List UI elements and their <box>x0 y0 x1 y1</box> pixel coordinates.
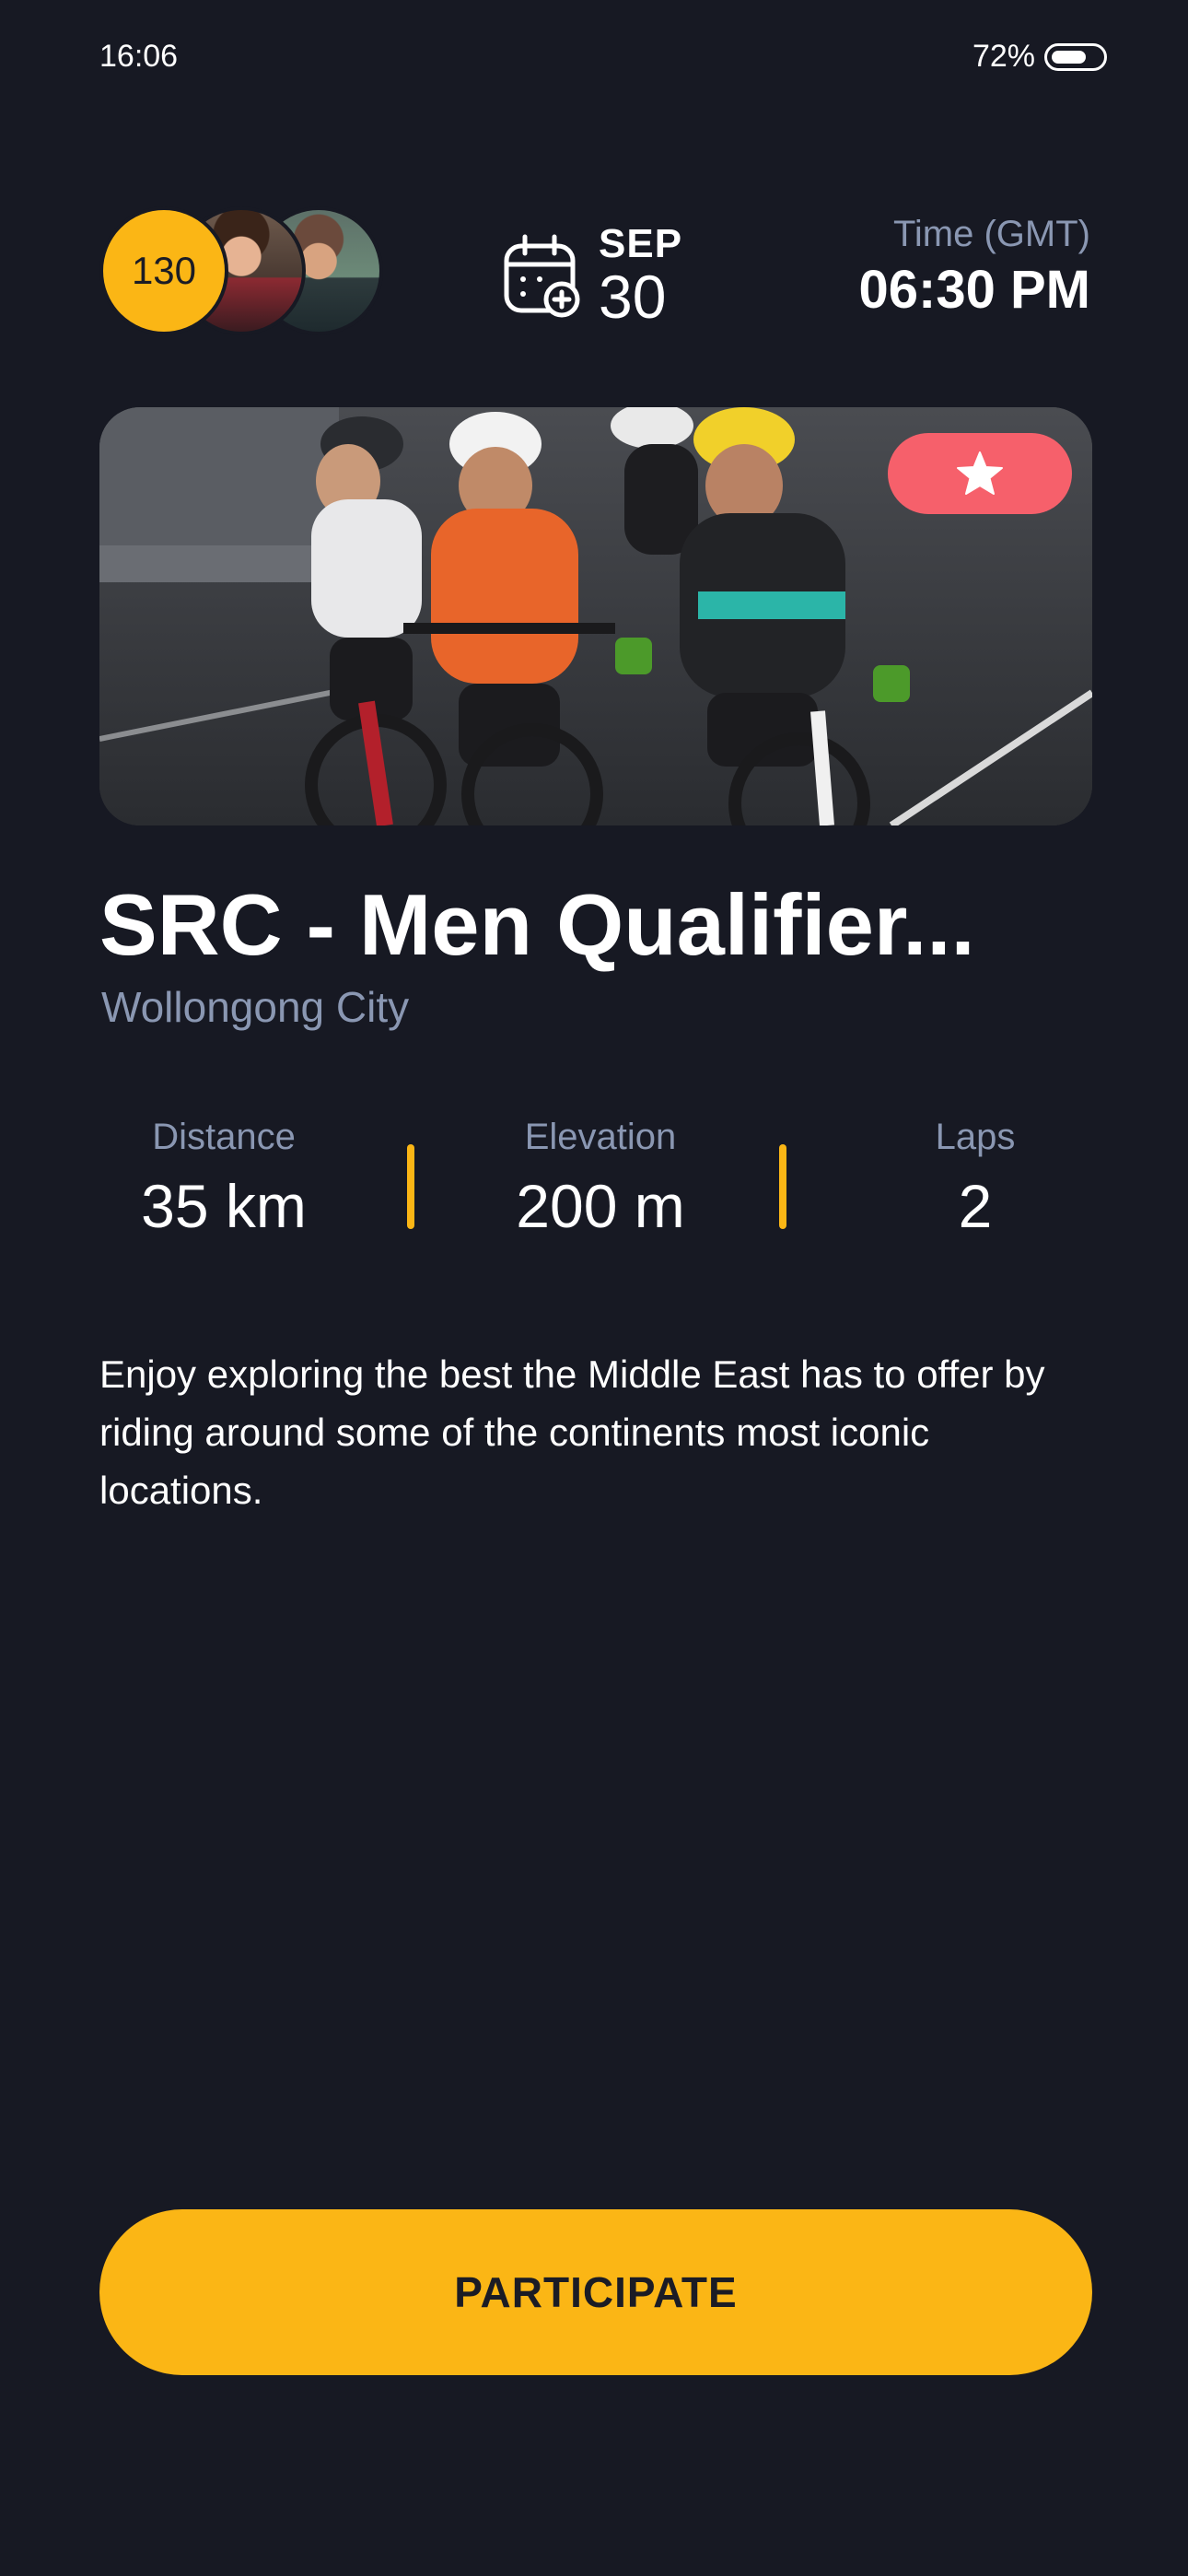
participate-button[interactable]: PARTICIPATE <box>99 2209 1092 2375</box>
event-banner-image <box>99 407 1092 825</box>
stat-elevation: Elevation 200 m <box>462 1117 739 1241</box>
stat-laps: Laps 2 <box>879 1117 1072 1241</box>
event-location: Wollongong City <box>101 983 410 1031</box>
event-time: Time (GMT) 06:30 PM <box>859 214 1090 321</box>
battery-icon <box>1044 42 1107 71</box>
favorite-button[interactable] <box>888 433 1072 514</box>
date-month: SEP <box>599 221 683 266</box>
time-label: Time (GMT) <box>892 214 1090 254</box>
status-time: 16:06 <box>99 39 179 74</box>
stat-value: 200 m <box>516 1172 685 1240</box>
event-date[interactable]: SEP 30 <box>503 221 683 331</box>
event-stats: Distance 35 km Elevation 200 m Laps 2 <box>99 1117 1090 1255</box>
battery-percentage: 72% <box>972 39 1035 74</box>
event-title: SRC - Men Qualifier... <box>99 876 975 973</box>
stat-divider <box>779 1144 786 1229</box>
event-description: Enjoy exploring the best the Middle East… <box>99 1352 1045 1512</box>
stat-distance: Distance 35 km <box>99 1117 348 1241</box>
status-bar: 16:06 72% <box>0 0 1188 111</box>
battery-status: 72% <box>973 39 1107 75</box>
participant-count-badge[interactable]: 130 <box>99 206 228 335</box>
star-icon <box>957 451 1003 495</box>
stat-label: Laps <box>935 1117 1016 1157</box>
stat-label: Distance <box>152 1117 296 1157</box>
stat-value: 2 <box>958 1172 993 1240</box>
battery-level <box>1052 50 1086 64</box>
stat-divider <box>407 1144 414 1229</box>
calendar-add-icon <box>504 234 580 318</box>
date-day: 30 <box>599 263 667 331</box>
event-header: 130 SEP 30 Time (GMT) 06:30 PM <box>99 203 1090 341</box>
stat-label: Elevation <box>524 1117 677 1157</box>
stat-value: 35 km <box>141 1172 307 1240</box>
date-text: SEP 30 <box>599 221 683 331</box>
time-value: 06:30 PM <box>858 260 1090 320</box>
